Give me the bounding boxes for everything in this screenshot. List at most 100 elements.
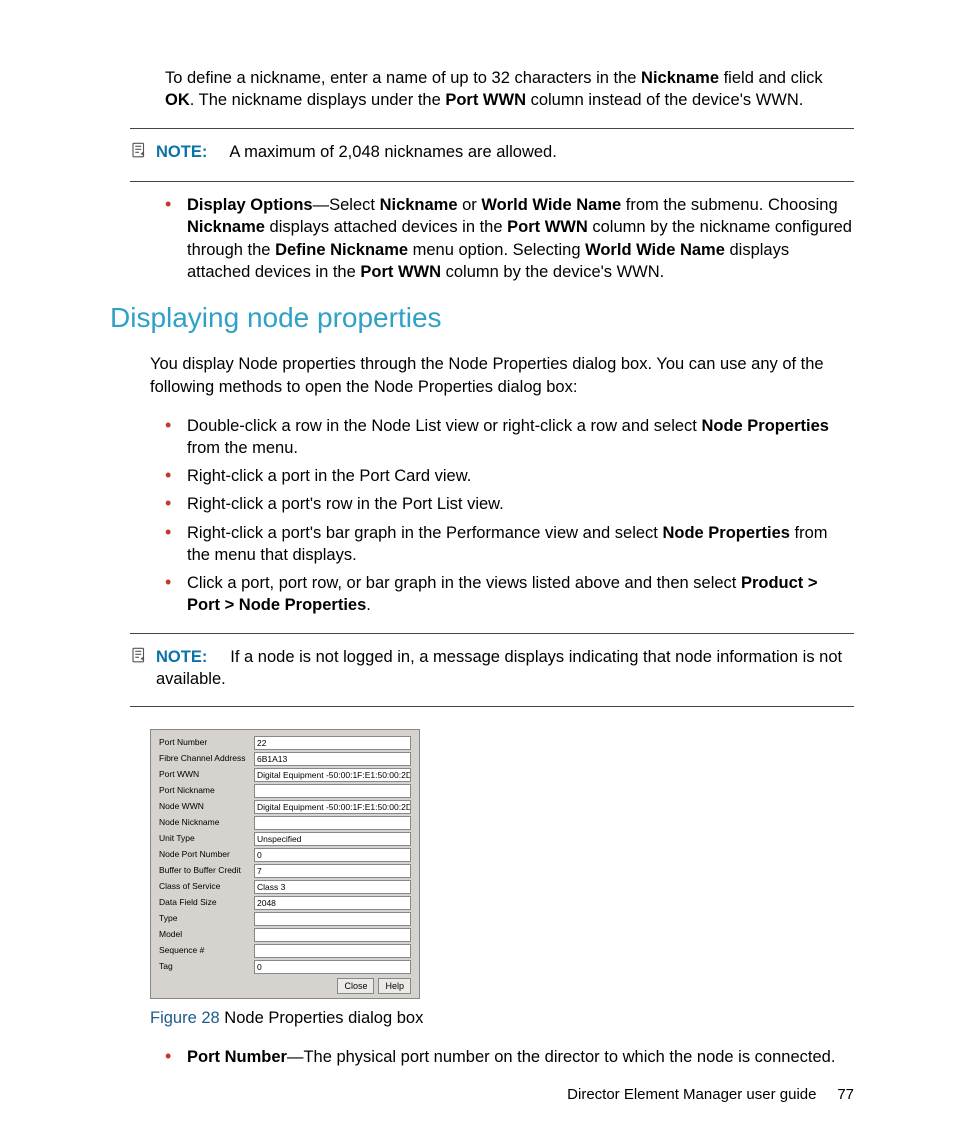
dialog-label: Port Nickname: [159, 785, 254, 796]
dash: —: [287, 1048, 304, 1066]
dialog-row: Tag0: [159, 960, 411, 974]
dialog-field[interactable]: Digital Equipment -50:00:1F:E1:50:00:2D:…: [254, 768, 411, 782]
footer-title: Director Element Manager user guide: [567, 1086, 816, 1103]
text: menu option. Selecting: [408, 241, 585, 259]
method-item: Right-click a port's row in the Port Lis…: [165, 493, 854, 515]
dialog-label: Class of Service: [159, 881, 254, 892]
section-heading: Displaying node properties: [110, 299, 854, 337]
dialog-label: Model: [159, 929, 254, 940]
dialog-field[interactable]: [254, 912, 411, 926]
dialog-field[interactable]: 22: [254, 736, 411, 750]
figure-caption: Figure 28 Node Properties dialog box: [150, 1007, 854, 1029]
dialog-row: Node Port Number0: [159, 848, 411, 862]
footer-page: 77: [837, 1086, 854, 1103]
note-block: NOTE: If a node is not logged in, a mess…: [130, 646, 854, 691]
figure-text: Node Properties dialog box: [220, 1009, 424, 1027]
intro-bold-nickname: Nickname: [641, 69, 719, 87]
dialog-row: Data Field Size2048: [159, 896, 411, 910]
dialog-row: Port Nickname: [159, 784, 411, 798]
note-text: If a node is not logged in, a message di…: [156, 648, 842, 688]
text: displays attached devices in the: [265, 218, 507, 236]
dialog-row: Model: [159, 928, 411, 942]
dialog-row: Type: [159, 912, 411, 926]
text: Double-click a row in the Node List view…: [187, 417, 701, 435]
method-item: Click a port, port row, or bar graph in …: [165, 572, 854, 617]
divider: [130, 633, 854, 634]
note-text: A maximum of 2,048 nicknames are allowed…: [229, 143, 556, 161]
text: Select: [329, 196, 379, 214]
dialog-label: Node Nickname: [159, 817, 254, 828]
close-button[interactable]: Close: [337, 978, 374, 994]
dialog-field[interactable]: 7: [254, 864, 411, 878]
divider: [130, 181, 854, 182]
text: The physical port number on the director…: [303, 1048, 835, 1066]
dialog-label: Unit Type: [159, 833, 254, 844]
dialog-field[interactable]: [254, 816, 411, 830]
dialog-field[interactable]: [254, 944, 411, 958]
dialog-field[interactable]: 6B1A13: [254, 752, 411, 766]
intro-text: . The nickname displays under the: [190, 91, 446, 109]
divider: [130, 128, 854, 129]
note-label: NOTE:: [156, 143, 207, 161]
dialog-field[interactable]: Class 3: [254, 880, 411, 894]
dialog-label: Sequence #: [159, 945, 254, 956]
bold-portwwn: Port WWN: [360, 263, 441, 281]
bold-node-properties: Node Properties: [662, 524, 789, 542]
text: column by the device's WWN.: [441, 263, 664, 281]
intro-bold-ok: OK: [165, 91, 190, 109]
dialog-field[interactable]: Unspecified: [254, 832, 411, 846]
dialog-field[interactable]: [254, 784, 411, 798]
text: Right-click a port's bar graph in the Pe…: [187, 524, 662, 542]
text: .: [366, 596, 371, 614]
intro-bold-portwwn: Port WWN: [445, 91, 526, 109]
dialog-field[interactable]: 0: [254, 960, 411, 974]
note-block: NOTE: A maximum of 2,048 nicknames are a…: [130, 141, 854, 166]
note-icon: [130, 141, 150, 166]
bold-wwn: World Wide Name: [481, 196, 621, 214]
dialog-row: Class of ServiceClass 3: [159, 880, 411, 894]
dialog-row: Node Nickname: [159, 816, 411, 830]
method-item: Right-click a port in the Port Card view…: [165, 465, 854, 487]
dialog-row: Buffer to Buffer Credit7: [159, 864, 411, 878]
bold-node-properties: Node Properties: [701, 417, 828, 435]
dialog-label: Node WWN: [159, 801, 254, 812]
bold-portwwn: Port WWN: [507, 218, 588, 236]
dialog-label: Type: [159, 913, 254, 924]
text: or: [458, 196, 482, 214]
dialog-row: Sequence #: [159, 944, 411, 958]
intro-paragraph: To define a nickname, enter a name of up…: [165, 67, 854, 112]
dialog-row: Port Number22: [159, 736, 411, 750]
method-item: Double-click a row in the Node List view…: [165, 415, 854, 460]
dialog-label: Node Port Number: [159, 849, 254, 860]
dialog-row: Unit TypeUnspecified: [159, 832, 411, 846]
note-icon: [130, 646, 150, 671]
intro-text: To define a nickname, enter a name of up…: [165, 69, 641, 87]
dialog-field[interactable]: 0: [254, 848, 411, 862]
node-properties-dialog: Port Number22 Fibre Channel Address6B1A1…: [150, 729, 420, 999]
bullet-port-number: Port Number—The physical port number on …: [165, 1046, 854, 1068]
dialog-label: Fibre Channel Address: [159, 753, 254, 764]
dialog-label: Port WWN: [159, 769, 254, 780]
bullet-display-options: Display Options—Select Nickname or World…: [165, 194, 854, 283]
dialog-row: Node WWNDigital Equipment -50:00:1F:E1:5…: [159, 800, 411, 814]
dialog-label: Buffer to Buffer Credit: [159, 865, 254, 876]
intro-text: field and click: [719, 69, 823, 87]
bold-wwn: World Wide Name: [585, 241, 725, 259]
dialog-row: Fibre Channel Address6B1A13: [159, 752, 411, 766]
bold-define-nickname: Define Nickname: [275, 241, 408, 259]
dialog-field[interactable]: [254, 928, 411, 942]
bold-port-number: Port Number: [187, 1048, 287, 1066]
text: Click a port, port row, or bar graph in …: [187, 574, 741, 592]
heading-paragraph: You display Node properties through the …: [150, 353, 854, 398]
page-footer: Director Element Manager user guide 77: [567, 1085, 854, 1105]
dialog-field[interactable]: 2048: [254, 896, 411, 910]
display-options-label: Display Options: [187, 196, 313, 214]
intro-text: column instead of the device's WWN.: [526, 91, 803, 109]
figure-label: Figure 28: [150, 1009, 220, 1027]
dialog-field[interactable]: Digital Equipment -50:00:1F:E1:50:00:2D:…: [254, 800, 411, 814]
dialog-label: Data Field Size: [159, 897, 254, 908]
dialog-label: Tag: [159, 961, 254, 972]
help-button[interactable]: Help: [378, 978, 411, 994]
note-label: NOTE:: [156, 648, 207, 666]
text: from the menu.: [187, 439, 298, 457]
